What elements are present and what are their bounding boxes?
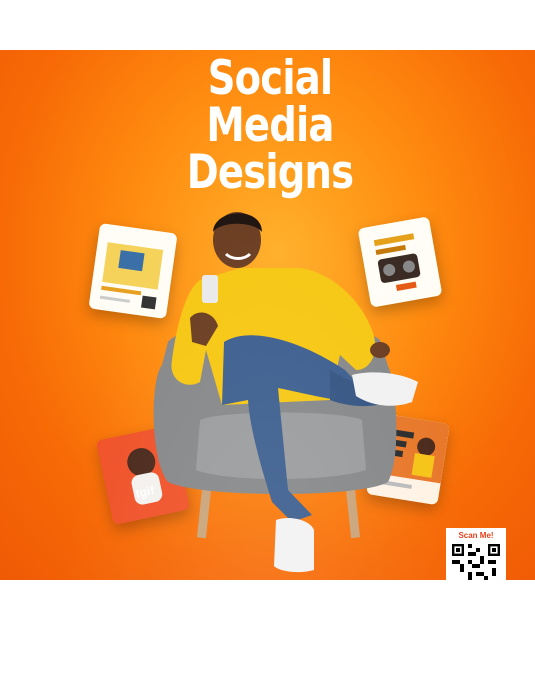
scan-me-label: Scan Me! [458,531,494,540]
qr-code-icon [452,544,500,580]
poster: Social Media Designs tgif Scan Me! [0,50,535,580]
man-on-chair-illustration [153,212,418,573]
qr-code-box[interactable]: Scan Me! [446,528,506,580]
